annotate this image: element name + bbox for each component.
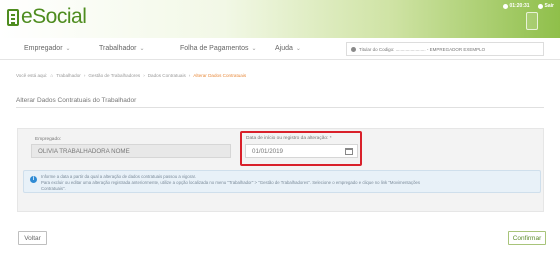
header: eSocial 01:20:31 Sair xyxy=(0,0,560,38)
breadcrumb: Você está aqui: ⌂ Trabalhador › Gestão d… xyxy=(16,73,246,78)
user-icon xyxy=(351,46,356,52)
info-text-line-1: Informe a data a partir da qual a altera… xyxy=(41,174,197,179)
back-button[interactable]: Voltar xyxy=(18,231,47,245)
page: eSocial 01:20:31 Sair Empregador ⌄ Trabal… xyxy=(0,0,560,277)
info-box: i Informe a data a partir da qual a alte… xyxy=(23,170,541,193)
header-right: 01:20:31 Sair xyxy=(502,3,554,9)
info-text-line-2: Para excluir ou editar uma alteração reg… xyxy=(41,180,421,185)
logout-link[interactable]: Sair xyxy=(537,3,554,9)
power-icon xyxy=(537,3,543,9)
nav-label: Folha de Pagamentos xyxy=(180,45,249,52)
breadcrumb-separator: › xyxy=(83,73,86,78)
nav-folha-pagamentos[interactable]: Folha de Pagamentos ⌄ xyxy=(180,45,257,52)
home-icon[interactable]: ⌂ xyxy=(50,73,53,78)
page-title: Alterar Dados Contratuais do Trabalhador xyxy=(16,97,137,104)
nav-trabalhador[interactable]: Trabalhador ⌄ xyxy=(99,45,145,52)
logo-icon xyxy=(7,8,19,26)
info-icon: i xyxy=(30,176,37,183)
chevron-down-icon: ⌄ xyxy=(139,46,145,52)
nav-label: Empregador xyxy=(24,45,63,52)
breadcrumb-current: Alterar Dados Contratuais xyxy=(193,73,247,78)
breadcrumb-separator: › xyxy=(143,73,145,78)
confirm-button[interactable]: Confirmar xyxy=(508,231,546,245)
esocial-logo[interactable]: eSocial xyxy=(7,5,87,29)
chevron-down-icon: ⌄ xyxy=(295,46,301,52)
info-text-line-3: Contratuais". xyxy=(41,186,66,191)
employee-label: Empregado: xyxy=(35,137,62,142)
employee-field: OLIVIA TRABALHADORA NOME xyxy=(31,144,231,158)
breadcrumb-separator: › xyxy=(188,73,191,78)
breadcrumb-item[interactable]: Dados Contratuais xyxy=(148,73,186,78)
divider xyxy=(16,107,544,108)
user-selector[interactable]: Titular do Codigo: .....................… xyxy=(346,42,544,56)
employee-value: OLIVIA TRABALHADORA NOME xyxy=(38,147,130,155)
main-nav: Empregador ⌄ Trabalhador ⌄ Folha de Pagame… xyxy=(0,38,560,60)
breadcrumb-item[interactable]: Trabalhador xyxy=(56,73,81,78)
highlight-annotation xyxy=(240,131,362,166)
user-label: Titular do Codigo: .....................… xyxy=(359,46,486,52)
nav-empregador[interactable]: Empregador ⌄ xyxy=(24,45,71,52)
chevron-down-icon: ⌄ xyxy=(251,46,257,52)
session-timer: 01:20:31 xyxy=(502,3,530,9)
nav-ajuda[interactable]: Ajuda ⌄ xyxy=(275,45,301,52)
clock-icon xyxy=(502,3,508,9)
nav-label: Trabalhador xyxy=(99,45,137,52)
logo-text: eSocial xyxy=(21,5,87,28)
chevron-down-icon: ⌄ xyxy=(65,46,71,52)
nav-label: Ajuda xyxy=(275,45,293,52)
mobile-app-icon[interactable] xyxy=(526,12,538,30)
breadcrumb-prefix: Você está aqui: xyxy=(16,73,48,78)
breadcrumb-item[interactable]: Gestão de Trabalhadores xyxy=(88,73,140,78)
